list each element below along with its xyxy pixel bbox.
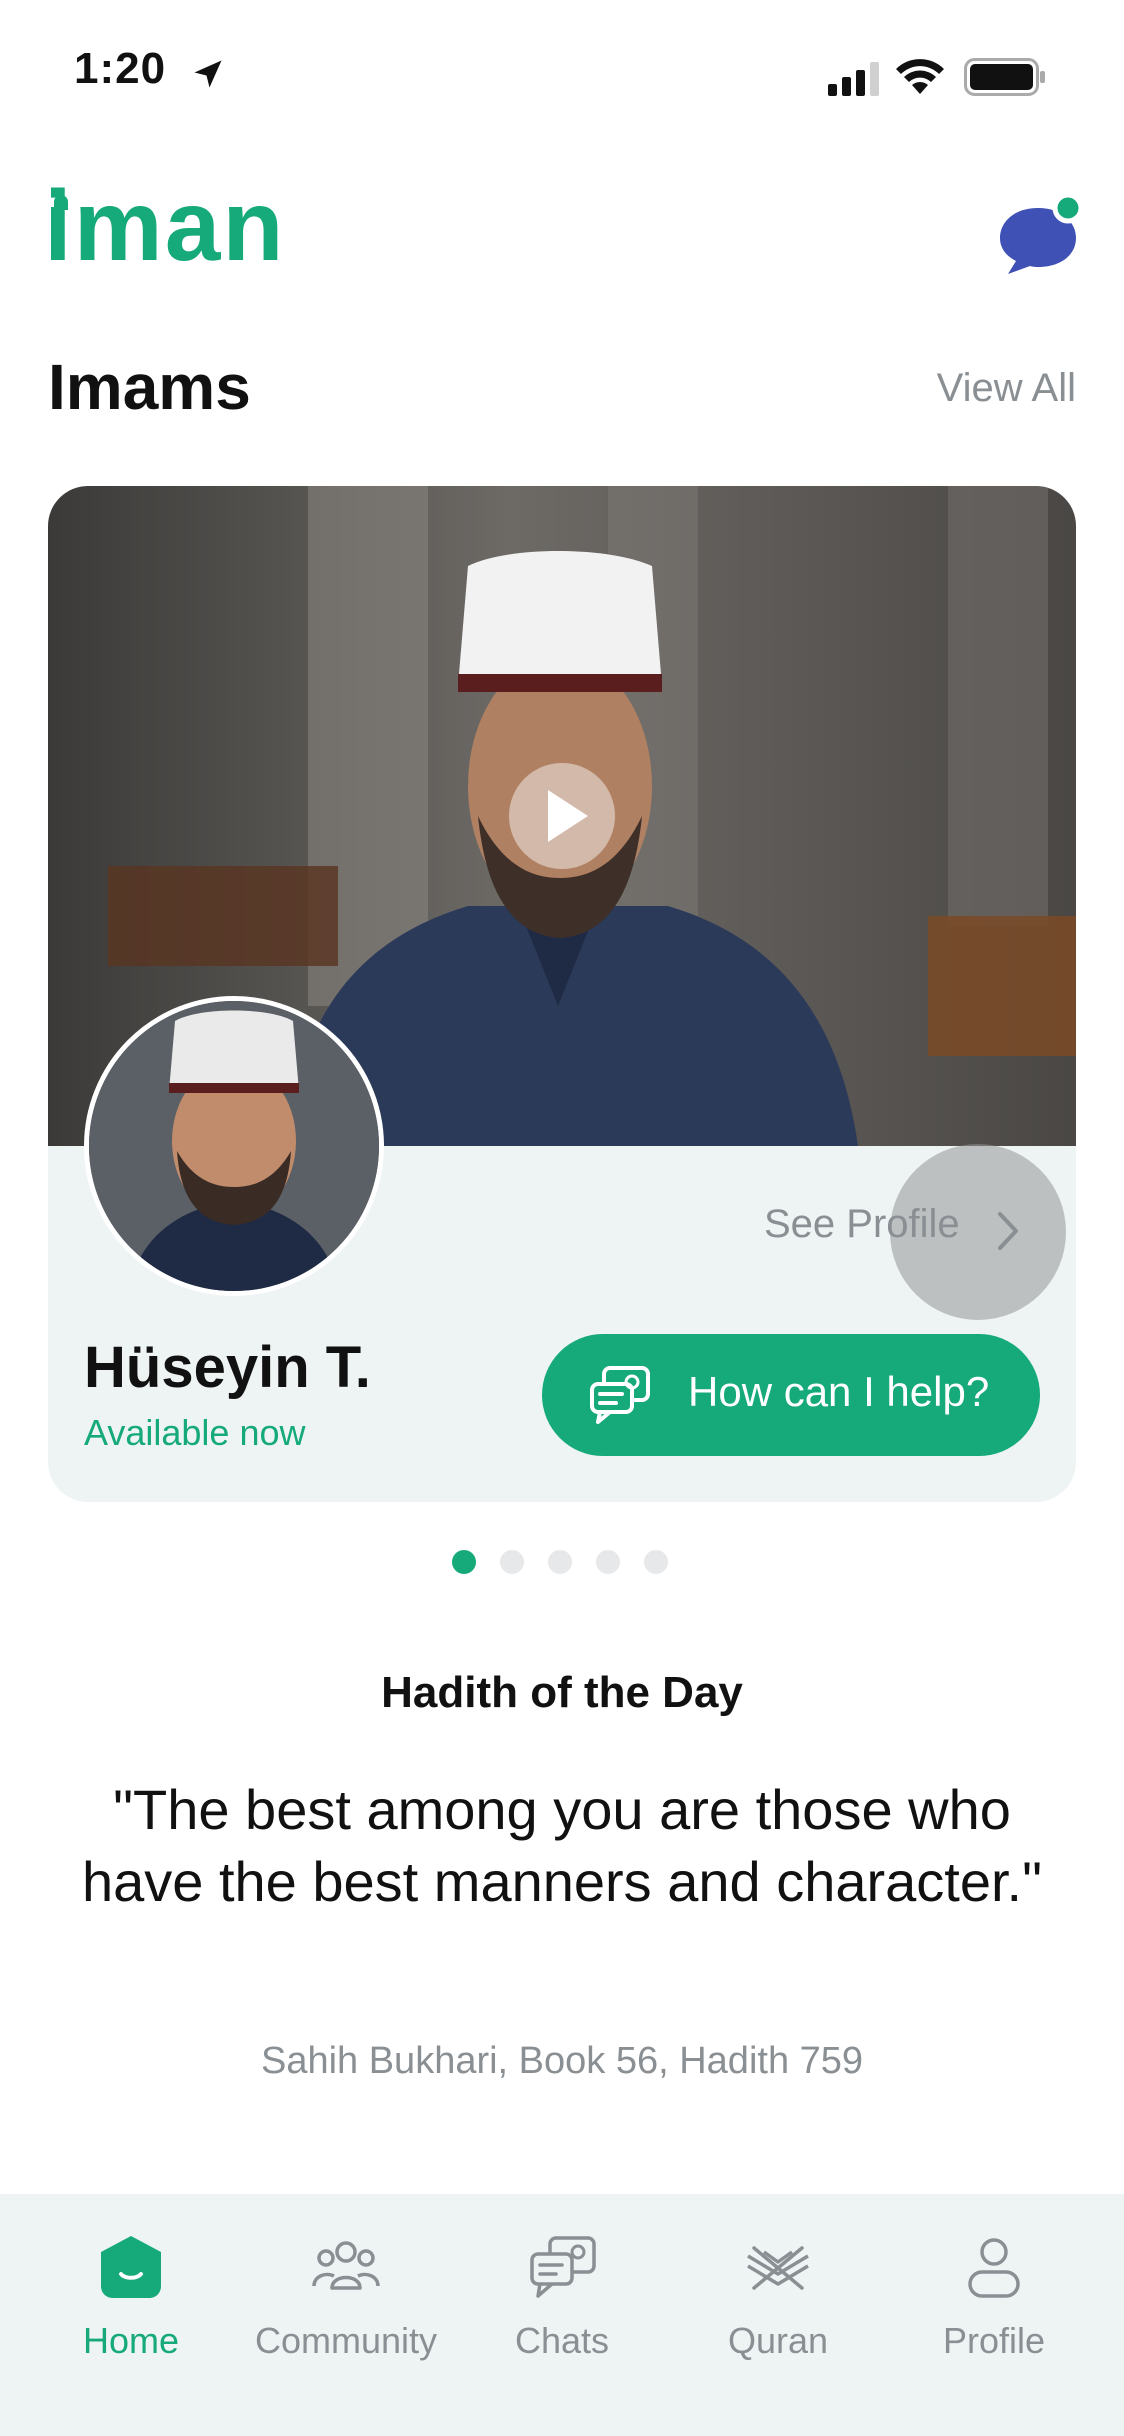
imam-avatar[interactable] — [84, 996, 384, 1296]
tab-label: Quran — [727, 2320, 829, 2361]
tab-label: Home — [82, 2320, 180, 2361]
bottom-tab-bar: Home Community Chats Quran Profile — [0, 2194, 1124, 2436]
tab-label: Profile — [942, 2320, 1046, 2361]
pager-dot[interactable] — [596, 1550, 620, 1574]
tab-chats[interactable]: Chats — [452, 2194, 672, 2436]
battery-icon — [964, 58, 1045, 96]
help-button-label: How can I help? — [688, 1368, 990, 1415]
imams-section-title: Imams — [48, 351, 251, 423]
see-profile-link[interactable]: See Profile — [764, 1202, 960, 1247]
tab-label: Chats — [514, 2320, 610, 2361]
app-logo: iman — [44, 170, 286, 282]
hadith-quote: "The best among you are those who have t… — [81, 1778, 1042, 1913]
pager-dot[interactable] — [548, 1550, 572, 1574]
carousel-pager — [452, 1550, 668, 1574]
wifi-icon — [896, 59, 944, 94]
how-can-i-help-button[interactable]: How can I help? — [542, 1334, 1040, 1456]
hadith-heading: Hadith of the Day — [381, 1668, 743, 1717]
profile-icon — [968, 2238, 1020, 2298]
tab-home[interactable]: Home — [21, 2194, 241, 2436]
status-time: 1:20 — [74, 44, 167, 93]
community-icon — [312, 2241, 380, 2290]
tab-community[interactable]: Community — [236, 2194, 456, 2436]
pager-dot[interactable] — [500, 1550, 524, 1574]
chats-icon — [530, 2236, 596, 2298]
view-all-link[interactable]: View All — [937, 366, 1076, 411]
chat-bubble-icon[interactable] — [996, 190, 1086, 276]
cellular-signal-icon — [828, 62, 879, 96]
imam-availability: Available now — [84, 1412, 306, 1453]
chevron-right-icon[interactable] — [990, 1208, 1026, 1254]
pager-dot-active[interactable] — [452, 1550, 476, 1574]
quran-icon — [747, 2246, 809, 2290]
home-icon — [101, 2236, 161, 2298]
location-arrow-icon — [194, 60, 222, 88]
chat-help-icon — [590, 1366, 650, 1424]
tab-quran[interactable]: Quran — [668, 2194, 888, 2436]
hadith-source: Sahih Bukhari, Book 56, Hadith 759 — [260, 2040, 864, 2082]
pager-dot[interactable] — [644, 1550, 668, 1574]
imam-name: Hüseyin T. — [84, 1335, 371, 1400]
status-bar: 1:20 — [0, 0, 1124, 150]
tab-profile[interactable]: Profile — [884, 2194, 1104, 2436]
tab-label: Community — [254, 2320, 438, 2361]
